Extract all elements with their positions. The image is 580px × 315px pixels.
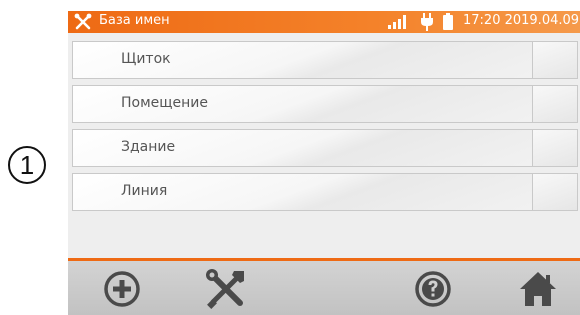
callout-number: 1 xyxy=(8,146,46,184)
list-item-label: Помещение xyxy=(121,95,208,111)
home-icon[interactable] xyxy=(518,269,558,309)
list-item-side-button[interactable] xyxy=(532,86,577,122)
app-title: База имен xyxy=(99,13,170,28)
list-item-label: Щиток xyxy=(121,51,171,67)
signal-icon xyxy=(388,15,406,29)
help-icon[interactable] xyxy=(413,269,453,309)
add-icon[interactable] xyxy=(102,269,142,309)
list-item-label: Здание xyxy=(121,139,176,155)
status-bar: База имен 17:20 2019.04.09 xyxy=(68,11,580,33)
list-item-side-button[interactable] xyxy=(532,174,577,210)
list-item-zdanie[interactable]: Здание xyxy=(72,129,578,167)
tools-cross-icon xyxy=(74,13,92,30)
plug-icon xyxy=(421,13,433,31)
battery-icon xyxy=(443,13,453,30)
list-item-pomeshchenie[interactable]: Помещение xyxy=(72,85,578,123)
list-item-side-button[interactable] xyxy=(532,130,577,166)
tools-icon[interactable] xyxy=(204,267,248,311)
bottom-toolbar xyxy=(68,261,580,315)
list-item-label: Линия xyxy=(121,183,168,199)
list-item-shchitok[interactable]: Щиток xyxy=(72,41,578,79)
list-item-side-button[interactable] xyxy=(532,42,577,78)
device-screen: База имен 17:20 2019.04.09 Щиток Помещен… xyxy=(68,11,580,315)
list-item-liniya[interactable]: Линия xyxy=(72,173,578,211)
status-datetime: 17:20 2019.04.09 xyxy=(463,13,580,28)
